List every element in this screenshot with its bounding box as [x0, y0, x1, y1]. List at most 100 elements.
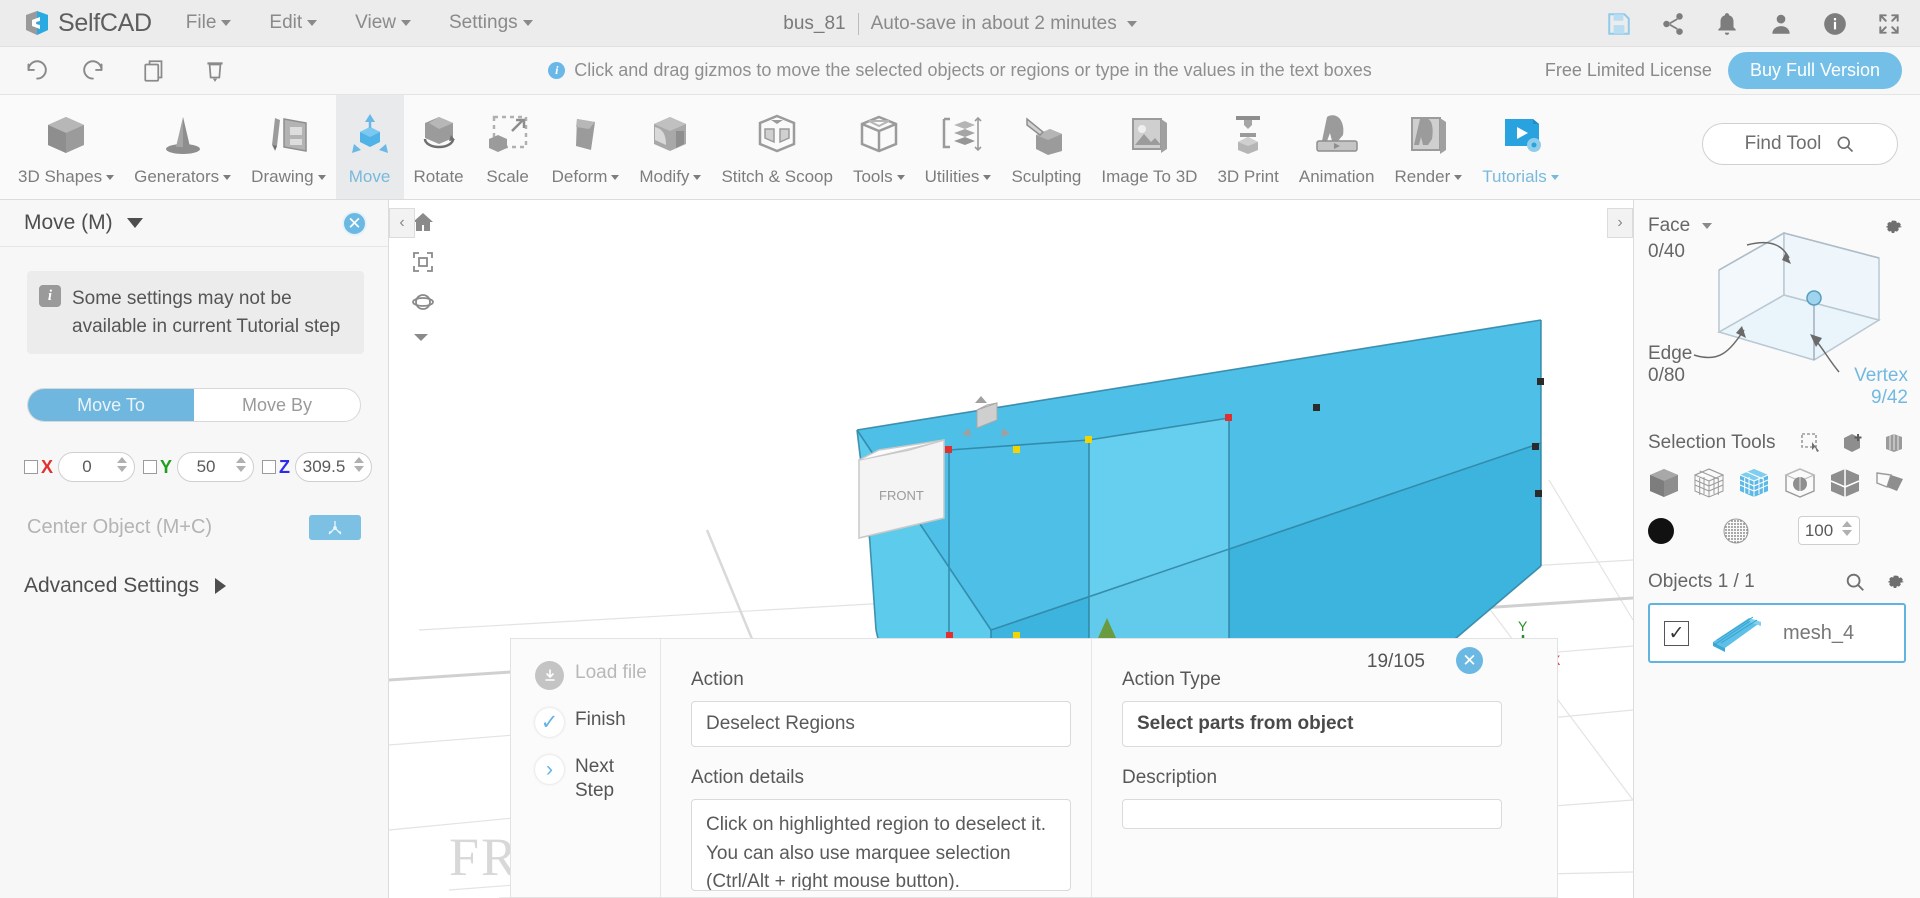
stitch-scoop-icon — [753, 109, 801, 159]
search-icon[interactable] — [1844, 571, 1866, 593]
stepper-arrows[interactable] — [236, 457, 247, 473]
axis-z-stepper[interactable] — [295, 452, 373, 483]
dither-sphere-icon[interactable] — [1722, 517, 1750, 545]
axis-x-stepper[interactable] — [58, 452, 136, 483]
add-selection-icon[interactable] — [1841, 432, 1865, 454]
brush-size-input[interactable] — [1799, 520, 1839, 541]
menu-settings[interactable]: Settings — [449, 12, 533, 34]
ribbon-scale[interactable]: Scale — [474, 95, 542, 199]
panel-notice: i Some settings may not be available in … — [27, 271, 364, 355]
cone-icon — [159, 109, 207, 159]
wire-grid-cube-icon[interactable] — [1689, 464, 1729, 502]
axis-x-checkbox[interactable] — [24, 460, 38, 475]
redo-icon[interactable] — [82, 58, 108, 84]
marquee-select-icon[interactable] — [1800, 432, 1824, 454]
stepper-arrows[interactable] — [117, 457, 128, 473]
menu-view-label: View — [355, 12, 396, 33]
ribbon-image-to-3d[interactable]: Image To 3D — [1091, 95, 1207, 199]
ribbon-modify[interactable]: Modify — [629, 95, 711, 199]
info-icon[interactable] — [1822, 11, 1848, 37]
axis-x-input[interactable] — [59, 457, 112, 478]
chevron-down-icon[interactable] — [411, 330, 435, 354]
copy-icon[interactable] — [142, 58, 168, 84]
object-list-item-mesh_4[interactable]: ✓ mesh_4 — [1648, 603, 1906, 663]
frame-selection-icon[interactable] — [411, 250, 435, 274]
tutorial-step-finish[interactable]: ✓ Finish — [535, 708, 660, 737]
blue-grid-cube-icon[interactable] — [1734, 464, 1774, 502]
brush-size-stepper[interactable] — [1798, 516, 1860, 545]
close-icon[interactable]: ✕ — [1456, 647, 1483, 674]
scale-cube-icon — [484, 109, 532, 159]
collapse-right-panel-button[interactable]: › — [1607, 208, 1633, 238]
ribbon-deform[interactable]: Deform — [542, 95, 630, 199]
undo-icon[interactable] — [22, 58, 48, 84]
center-object-button[interactable] — [309, 515, 361, 541]
license-status: Free Limited License — [1544, 60, 1712, 80]
app-logo[interactable]: SelfCAD — [22, 8, 152, 38]
solid-cube-icon[interactable] — [1644, 464, 1684, 502]
ribbon-animation[interactable]: Animation — [1289, 95, 1385, 199]
save-icon[interactable] — [1606, 11, 1632, 37]
unfold-icon[interactable] — [1870, 464, 1910, 502]
gear-icon[interactable] — [1884, 571, 1906, 593]
advanced-settings-toggle[interactable]: Advanced Settings — [24, 574, 388, 598]
description-field[interactable] — [1122, 799, 1502, 829]
action-value-field[interactable]: Deselect Regions — [691, 701, 1071, 747]
collapse-left-panel-button[interactable]: ‹ — [389, 208, 415, 238]
brush-color-swatch[interactable] — [1648, 517, 1674, 544]
ribbon-drawing[interactable]: Drawing — [241, 95, 335, 199]
autosave-status: Auto-save in about 2 minutes — [870, 12, 1117, 34]
half-cube-icon[interactable] — [1825, 464, 1865, 502]
render-icon — [1404, 109, 1452, 159]
account-icon[interactable] — [1768, 11, 1794, 37]
ribbon-modify-label: Modify — [639, 167, 702, 187]
buy-full-version-button[interactable]: Buy Full Version — [1727, 52, 1902, 89]
selection-tools-label: Selection Tools — [1648, 432, 1776, 453]
axis-y-checkbox[interactable] — [143, 460, 158, 475]
ribbon-rotate[interactable]: Rotate — [404, 95, 474, 199]
delete-icon[interactable] — [202, 58, 228, 84]
ribbon-render[interactable]: Render — [1384, 95, 1472, 199]
menu-file[interactable]: File — [186, 12, 232, 34]
ribbon-3d-print[interactable]: 3D Print — [1207, 95, 1288, 199]
stepper-arrows[interactable] — [1842, 521, 1852, 536]
share-icon[interactable] — [1660, 11, 1686, 37]
ribbon-move[interactable]: Move — [335, 95, 404, 199]
axis-y-stepper[interactable] — [177, 452, 255, 483]
menu-view[interactable]: View — [355, 12, 411, 34]
axis-z-input[interactable] — [296, 457, 349, 478]
fullscreen-icon[interactable] — [1876, 11, 1902, 37]
menu-edit[interactable]: Edit — [269, 12, 318, 34]
close-icon[interactable]: ✕ — [342, 211, 367, 236]
axis-y-input[interactable] — [178, 457, 231, 478]
selection-panel: Face 0/40 Edge 0/80 Vertex 9/42 Selectio… — [1633, 200, 1920, 898]
action-type-field[interactable]: Select parts from object — [1122, 701, 1502, 747]
action-details-field[interactable]: Click on highlighted region to deselect … — [691, 799, 1071, 891]
tutorial-step-load-file[interactable]: Load file — [535, 661, 660, 690]
description-label: Description — [1122, 767, 1218, 788]
stepper-arrows[interactable] — [354, 457, 365, 473]
tutorial-step-next[interactable]: › Next Step — [535, 755, 660, 803]
chevron-down-icon[interactable] — [1126, 20, 1137, 27]
ribbon-stitch-scoop[interactable]: Stitch & Scoop — [711, 95, 843, 199]
ribbon-generators[interactable]: Generators — [124, 95, 241, 199]
menu-edit-label: Edit — [269, 12, 303, 33]
selection-hint-diagram — [1693, 231, 1881, 373]
object-visibility-checkbox[interactable]: ✓ — [1664, 620, 1689, 646]
move-arrows-icon — [346, 109, 394, 159]
orbit-icon[interactable] — [411, 290, 435, 314]
ribbon-3d-shapes[interactable]: 3D Shapes — [8, 95, 124, 199]
find-tool-search[interactable]: Find Tool — [1702, 123, 1898, 165]
3d-print-icon — [1224, 109, 1272, 159]
ribbon-sculpting[interactable]: Sculpting — [1001, 95, 1091, 199]
loop-selection-icon[interactable] — [1882, 432, 1906, 454]
move-to-button[interactable]: Move To — [28, 389, 194, 422]
sphere-in-cube-icon[interactable] — [1780, 464, 1820, 502]
chevron-down-icon[interactable] — [126, 218, 143, 228]
move-by-button[interactable]: Move By — [194, 389, 360, 421]
axis-z-checkbox[interactable] — [262, 460, 277, 475]
bell-icon[interactable] — [1714, 11, 1740, 37]
ribbon-tutorials[interactable]: Tutorials — [1472, 95, 1569, 199]
ribbon-tools[interactable]: Tools — [843, 95, 915, 199]
ribbon-utilities[interactable]: Utilities — [915, 95, 1002, 199]
